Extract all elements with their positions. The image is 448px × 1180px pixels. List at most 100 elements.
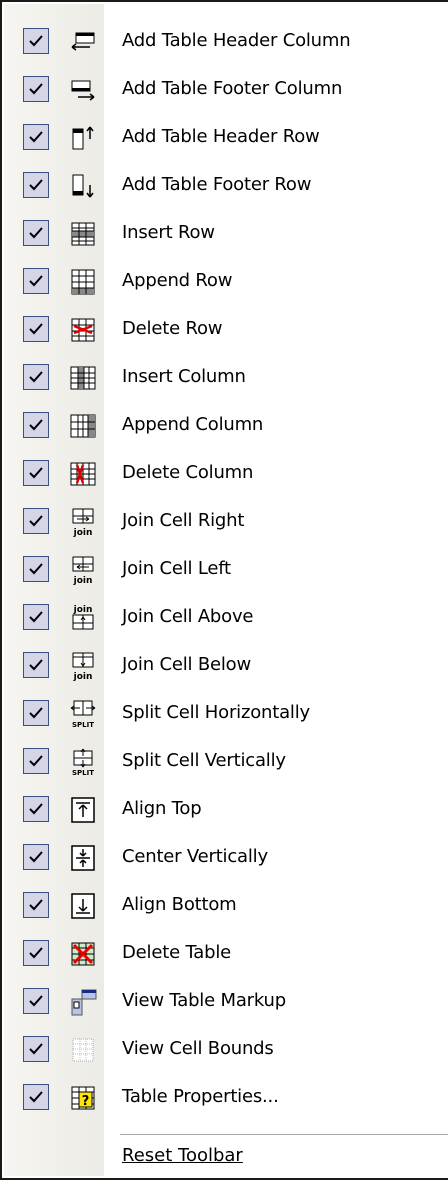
checkbox[interactable] — [23, 892, 49, 918]
checkbox[interactable] — [23, 652, 49, 678]
checkmark-icon — [29, 659, 43, 671]
checkmark-icon — [29, 1091, 43, 1103]
align-bottom-icon — [71, 893, 95, 919]
menu-item-add-table-header-row[interactable]: Add Table Header Row — [4, 114, 448, 160]
menu-item-view-cell-bounds[interactable]: View Cell Bounds — [4, 1026, 448, 1072]
checkbox[interactable] — [23, 316, 49, 342]
checkbox[interactable] — [23, 604, 49, 630]
checkmark-icon — [29, 467, 43, 479]
join-cell-above-icon: join — [72, 605, 94, 630]
menu-item-delete-row[interactable]: Delete Row — [4, 306, 448, 352]
menu-item-label: Split Cell Horizontally — [122, 702, 310, 723]
checkbox[interactable] — [23, 460, 49, 486]
checkbox[interactable] — [23, 28, 49, 54]
menu-item-label: Split Cell Vertically — [122, 750, 286, 771]
menu-item-append-column[interactable]: Append Column — [4, 402, 448, 448]
menu-item-split-cell-vertically[interactable]: SPLIT Split Cell Vertically — [4, 738, 448, 784]
menu-item-join-cell-above[interactable]: join Join Cell Above — [4, 594, 448, 640]
insert-row-icon — [71, 222, 95, 246]
menu-item-label: Table Properties... — [122, 1086, 279, 1107]
menu-item-join-cell-right[interactable]: join Join Cell Right — [4, 498, 448, 544]
menu-item-label: Join Cell Right — [122, 510, 245, 531]
append-column-icon — [70, 414, 96, 438]
menu-item-label: Add Table Footer Column — [122, 78, 343, 99]
checkmark-icon — [29, 563, 43, 575]
svg-text:join: join — [73, 672, 93, 681]
menu-item-add-table-header-column[interactable]: Add Table Header Column — [4, 18, 448, 64]
view-cell-bounds-icon — [72, 1038, 94, 1062]
checkmark-icon — [29, 179, 43, 191]
checkbox[interactable] — [23, 268, 49, 294]
menu-item-add-table-footer-column[interactable]: Add Table Footer Column — [4, 66, 448, 112]
reset-toolbar-menu-item[interactable]: Reset Toolbar — [122, 1145, 243, 1166]
checkbox[interactable] — [23, 700, 49, 726]
menu-item-add-table-footer-row[interactable]: Add Table Footer Row — [4, 162, 448, 208]
checkbox[interactable] — [23, 220, 49, 246]
checkmark-icon — [29, 419, 43, 431]
add-header-column-icon — [71, 32, 95, 51]
checkbox[interactable] — [23, 508, 49, 534]
checkbox[interactable] — [23, 364, 49, 390]
add-footer-column-icon — [71, 80, 95, 101]
checkmark-icon — [29, 1043, 43, 1055]
checkbox[interactable] — [23, 940, 49, 966]
add-footer-row-icon — [72, 174, 94, 198]
checkbox[interactable] — [23, 172, 49, 198]
add-header-row-icon — [72, 126, 94, 150]
join-cell-below-icon: join — [72, 652, 94, 681]
table-properties-icon: ? — [71, 1086, 95, 1110]
menu-item-view-table-markup[interactable]: View Table Markup — [4, 978, 448, 1024]
menu-item-split-cell-horizontally[interactable]: SPLIT Split Cell Horizontally — [4, 690, 448, 736]
checkmark-icon — [29, 131, 43, 143]
checkmark-icon — [29, 323, 43, 335]
checkmark-icon — [29, 611, 43, 623]
menu-item-label: Center Vertically — [122, 846, 268, 867]
menu-item-delete-table[interactable]: Delete Table — [4, 930, 448, 976]
checkbox[interactable] — [23, 844, 49, 870]
split-cell-vertically-icon: SPLIT — [72, 748, 94, 777]
menu-item-join-cell-below[interactable]: join Join Cell Below — [4, 642, 448, 688]
checkbox[interactable] — [23, 1084, 49, 1110]
menu-item-label: Align Bottom — [122, 894, 237, 915]
menu-item-insert-column[interactable]: Insert Column — [4, 354, 448, 400]
join-cell-right-icon: join — [72, 508, 94, 537]
checkbox[interactable] — [23, 412, 49, 438]
menu-item-label: Insert Column — [122, 366, 246, 387]
menu-separator — [120, 1134, 448, 1136]
checkbox[interactable] — [23, 1036, 49, 1062]
checkmark-icon — [29, 371, 43, 383]
delete-table-icon — [71, 942, 95, 966]
menu-item-label: Join Cell Above — [122, 606, 254, 627]
join-cell-left-icon: join — [72, 556, 94, 585]
checkbox[interactable] — [23, 76, 49, 102]
svg-text:?: ? — [82, 1094, 90, 1109]
svg-text:SPLIT: SPLIT — [72, 769, 94, 777]
checkbox[interactable] — [23, 556, 49, 582]
delete-row-icon — [71, 318, 95, 342]
menu-item-label: Delete Column — [122, 462, 254, 483]
svg-text:join: join — [73, 576, 93, 585]
menu-item-insert-row[interactable]: Insert Row — [4, 210, 448, 256]
menu-item-label: Add Table Header Column — [122, 30, 351, 51]
menu-item-label: Insert Row — [122, 222, 215, 243]
menu-item-table-properties[interactable]: ? Table Properties... — [4, 1074, 448, 1120]
checkbox[interactable] — [23, 748, 49, 774]
svg-text:join: join — [73, 605, 93, 615]
menu-item-label: Append Column — [122, 414, 264, 435]
menu-item-center-vertically[interactable]: Center Vertically — [4, 834, 448, 880]
align-top-icon — [71, 797, 95, 823]
menu-item-align-bottom[interactable]: Align Bottom — [4, 882, 448, 928]
menu-item-label: Join Cell Left — [122, 558, 231, 579]
menu-item-append-row[interactable]: Append Row — [4, 258, 448, 304]
checkbox[interactable] — [23, 124, 49, 150]
checkmark-icon — [29, 515, 43, 527]
menu-item-align-top[interactable]: Align Top — [4, 786, 448, 832]
append-row-icon — [71, 269, 95, 295]
insert-column-icon — [70, 366, 96, 390]
menu-item-join-cell-left[interactable]: join Join Cell Left — [4, 546, 448, 592]
menu-item-delete-column[interactable]: Delete Column — [4, 450, 448, 496]
checkmark-icon — [29, 35, 43, 47]
checkbox[interactable] — [23, 988, 49, 1014]
checkbox[interactable] — [23, 796, 49, 822]
menu-item-label: View Cell Bounds — [122, 1038, 274, 1059]
